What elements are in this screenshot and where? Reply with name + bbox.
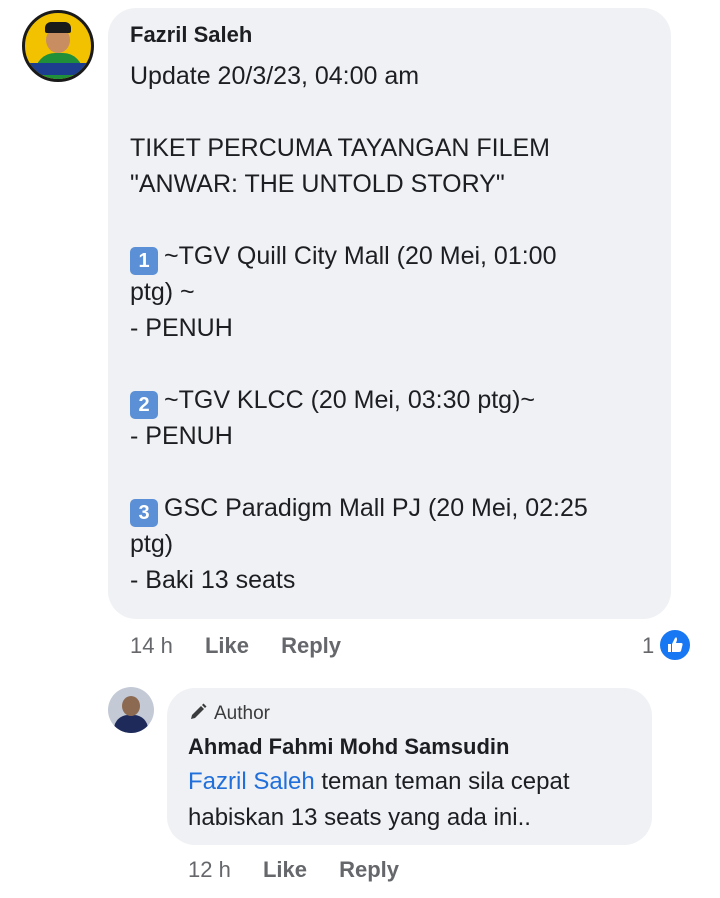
reply-body: Fazril Saleh teman teman sila cepat habi…: [188, 764, 648, 836]
reaction-count: 1: [642, 633, 655, 658]
comment-line: - Baki 13 seats: [130, 566, 296, 594]
comment-line: - PENUH: [130, 314, 233, 342]
line-text: ~TGV Quill City Mall (20 Mei, 01:00: [164, 242, 557, 270]
line-text: ~TGV KLCC (20 Mei, 03:30 ptg)~: [164, 386, 536, 414]
comment-line: 1 ~TGV Quill City Mall (20 Mei, 01:00: [130, 238, 650, 275]
comment-line: 2 ~TGV KLCC (20 Mei, 03:30 ptg)~: [130, 382, 650, 419]
comment-timestamp[interactable]: 14 h: [130, 633, 173, 658]
reply-like-button[interactable]: Like: [263, 857, 307, 882]
keycap-3-emoji: 3: [130, 499, 158, 527]
comment-line: - PENUH: [130, 422, 233, 450]
like-button[interactable]: Like: [205, 633, 249, 658]
author-badge-label: Author: [214, 703, 270, 724]
reply-timestamp[interactable]: 12 h: [188, 857, 231, 882]
comment-line: Update 20/3/23, 04:00 am: [130, 62, 420, 90]
author-badge: Author: [188, 702, 270, 725]
pencil-icon: [191, 703, 207, 719]
avatar-figure: [114, 715, 148, 733]
reply-author[interactable]: Ahmad Fahmi Mohd Samsudin: [188, 734, 509, 760]
reply-line: Fazril Saleh teman teman sila cepat: [188, 764, 648, 800]
commenter-avatar[interactable]: [22, 10, 94, 82]
comment-line: 3 GSC Paradigm Mall PJ (20 Mei, 02:25: [130, 490, 650, 527]
avatar-cap: [45, 22, 71, 33]
reply-reply-button[interactable]: Reply: [339, 857, 399, 882]
comment-actions: 14 h Like Reply: [130, 633, 367, 659]
avatar-face: [122, 696, 140, 716]
comment-line: ptg): [130, 530, 174, 558]
comment-line: "ANWAR: THE UNTOLD STORY": [130, 170, 505, 198]
reply-author-avatar[interactable]: [108, 687, 154, 733]
reply-button[interactable]: Reply: [281, 633, 341, 658]
avatar-banner: [29, 63, 87, 75]
thumbs-up-icon: [658, 628, 692, 662]
reply-text: teman teman sila cepat: [314, 768, 570, 795]
comment-line: ptg) ~: [130, 278, 195, 306]
mention-link[interactable]: Fazril Saleh: [188, 768, 315, 795]
keycap-1-emoji: 1: [130, 247, 158, 275]
comment-body: Update 20/3/23, 04:00 am TIKET PERCUMA T…: [130, 58, 650, 598]
line-text: GSC Paradigm Mall PJ (20 Mei, 02:25: [164, 494, 588, 522]
reply-actions: 12 h Like Reply: [188, 857, 425, 883]
comment-author[interactable]: Fazril Saleh: [130, 22, 252, 48]
reply-line: habiskan 13 seats yang ada ini..: [188, 804, 531, 831]
keycap-2-emoji: 2: [130, 391, 158, 419]
comment-line: TIKET PERCUMA TAYANGAN FILEM: [130, 134, 550, 162]
